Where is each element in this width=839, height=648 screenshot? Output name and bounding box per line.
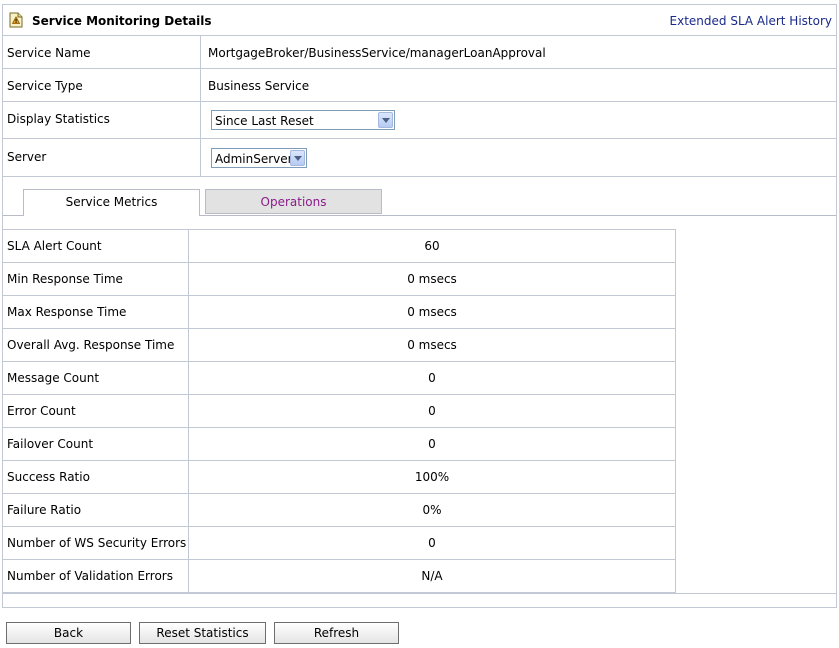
page-title: Service Monitoring Details [32, 14, 212, 28]
table-row: Number of Validation Errors N/A [3, 560, 676, 593]
metric-label: Failure Ratio [7, 503, 82, 517]
display-statistics-select[interactable]: Since Last Reset [211, 110, 395, 130]
metric-value: 0% [422, 503, 442, 517]
table-row: Success Ratio 100% [3, 461, 676, 494]
server-row: Server AdminServer [3, 139, 836, 177]
metric-value: 0 msecs [407, 338, 457, 352]
metric-label: Overall Avg. Response Time [7, 338, 175, 352]
metric-label: SLA Alert Count [7, 239, 102, 253]
metric-value: 60 [424, 239, 440, 253]
row-divider [200, 69, 201, 101]
service-metrics-table: SLA Alert Count 60 Min Response Time 0 m… [3, 229, 676, 593]
metric-value: 0 msecs [407, 305, 457, 319]
table-right-border [675, 229, 676, 593]
metric-label: Max Response Time [7, 305, 127, 319]
back-button[interactable]: Back [6, 622, 131, 644]
extended-sla-alert-history-link[interactable]: Extended SLA Alert History [670, 14, 832, 28]
table-row: Number of WS Security Errors 0 [3, 527, 676, 560]
tab-service-metrics[interactable]: Service Metrics [23, 189, 200, 216]
table-row: Message Count 0 [3, 362, 676, 395]
metric-value: 0 [428, 536, 436, 550]
metric-label: Number of WS Security Errors [7, 536, 187, 550]
display-statistics-row: Display Statistics Since Last Reset [3, 102, 836, 139]
metric-label: Message Count [7, 371, 100, 385]
document-alert-icon [9, 12, 23, 28]
tab-bar: Service Metrics Operations [3, 178, 836, 230]
row-divider [200, 139, 201, 176]
metric-value: N/A [421, 569, 443, 583]
chevron-down-icon[interactable] [290, 150, 305, 166]
metric-label: Success Ratio [7, 470, 90, 484]
metric-label: Error Count [7, 404, 76, 418]
metric-label: Failover Count [7, 437, 94, 451]
metric-value: 0 msecs [407, 272, 457, 286]
table-row: Failure Ratio 0% [3, 494, 676, 527]
display-statistics-label: Display Statistics [7, 112, 110, 126]
row-divider [200, 36, 201, 68]
metric-value: 0 [428, 371, 436, 385]
table-row: Failover Count 0 [3, 428, 676, 461]
table-row: Error Count 0 [3, 395, 676, 428]
service-name-label: Service Name [7, 46, 91, 60]
display-statistics-selected: Since Last Reset [215, 114, 314, 128]
service-type-row: Service Type Business Service [3, 69, 836, 102]
metric-label: Number of Validation Errors [7, 569, 173, 583]
reset-statistics-button[interactable]: Reset Statistics [139, 622, 266, 644]
service-type-label: Service Type [7, 79, 83, 93]
server-select[interactable]: AdminServer [211, 148, 307, 168]
refresh-button[interactable]: Refresh [274, 622, 399, 644]
metric-value: 0 [428, 404, 436, 418]
table-row: SLA Alert Count 60 [3, 230, 676, 263]
row-divider [200, 102, 201, 138]
server-selected: AdminServer [215, 152, 293, 166]
tab-operations[interactable]: Operations [205, 189, 382, 214]
service-type-value: Business Service [208, 79, 310, 93]
table-row: Overall Avg. Response Time 0 msecs [3, 329, 676, 362]
table-row: Min Response Time 0 msecs [3, 263, 676, 296]
table-row: Max Response Time 0 msecs [3, 296, 676, 329]
panel-header: Service Monitoring Details Extended SLA … [3, 5, 836, 36]
service-name-row: Service Name MortgageBroker/BusinessServ… [3, 36, 836, 69]
service-name-value: MortgageBroker/BusinessService/managerLo… [208, 46, 546, 60]
chevron-down-icon[interactable] [378, 112, 393, 128]
active-tab-gap [24, 215, 199, 216]
metric-value: 100% [414, 470, 450, 484]
metric-value: 0 [428, 437, 436, 451]
service-monitoring-panel: Service Monitoring Details Extended SLA … [2, 4, 837, 608]
panel-footer-divider [3, 593, 836, 594]
metric-label: Min Response Time [7, 272, 123, 286]
server-label: Server [7, 150, 47, 164]
